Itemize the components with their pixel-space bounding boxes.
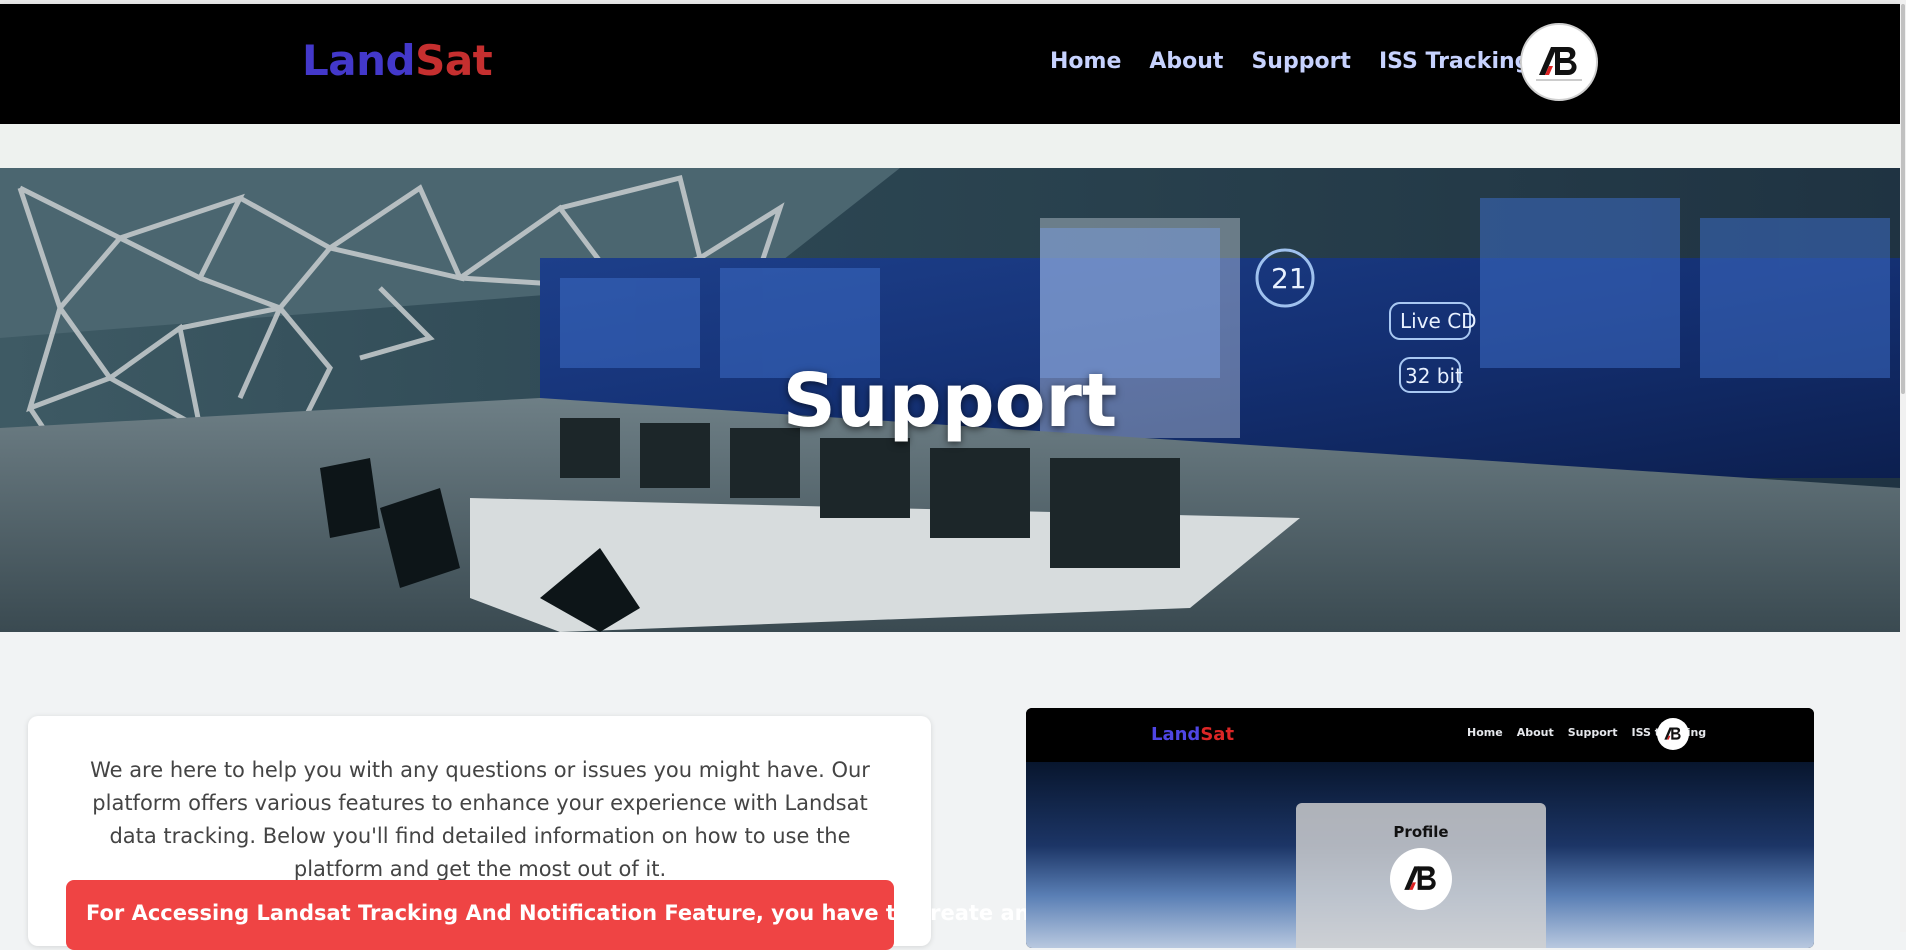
profile-preview-screenshot: LandSat Home About Support ISS tracking … [1026, 708, 1814, 948]
preview-navbar: LandSat Home About Support ISS tracking [1026, 708, 1814, 762]
nav-iss-tracking[interactable]: ISS Tracking [1379, 49, 1530, 74]
preview-profile-card: Profile [1296, 803, 1546, 948]
brand-land-text: Land [302, 36, 416, 85]
preview-nav-support: Support [1567, 726, 1618, 739]
intro-text: We are here to help you with any questio… [90, 758, 870, 881]
navbar: LandSat Home About Support ISS Tracking [0, 4, 1900, 124]
scrollbar-thumb[interactable] [1901, 4, 1905, 394]
ab-company-logo-icon[interactable] [1520, 23, 1598, 101]
hero-banner: 21 Live CD 32 bit Support [0, 168, 1900, 632]
preview-logo-icon [1657, 718, 1689, 750]
svg-text:Live CD: Live CD [1400, 309, 1477, 333]
nav-links: Home About Support ISS Tracking [1050, 49, 1530, 74]
intro-card: We are here to help you with any questio… [28, 716, 1030, 950]
nav-support[interactable]: Support [1251, 49, 1350, 74]
svg-text:21: 21 [1271, 262, 1307, 295]
preview-profile-avatar [1390, 848, 1452, 910]
preview-ab-logo-mark [1664, 727, 1681, 740]
preview-brand-sat: Sat [1200, 724, 1235, 745]
account-alert-text: For Accessing Landsat Tracking And Notif… [86, 901, 1030, 925]
preview-nav-home: Home [1467, 726, 1503, 739]
preview-avatar-mark [1404, 866, 1436, 890]
preview-nav-about: About [1516, 726, 1554, 739]
preview-profile-title: Profile [1393, 823, 1449, 841]
content-top-band [0, 124, 1906, 168]
ab-logo-mark [1536, 47, 1582, 81]
brand-sat-text: Sat [415, 36, 493, 85]
nav-about[interactable]: About [1149, 49, 1223, 74]
hero-title: Support [782, 358, 1118, 444]
preview-brand-land: Land [1151, 724, 1201, 745]
preview-brand: LandSat [1151, 724, 1234, 745]
nav-home[interactable]: Home [1050, 49, 1121, 74]
account-alert: For Accessing Landsat Tracking And Notif… [66, 880, 1030, 950]
brand-logo[interactable]: LandSat [302, 36, 493, 85]
